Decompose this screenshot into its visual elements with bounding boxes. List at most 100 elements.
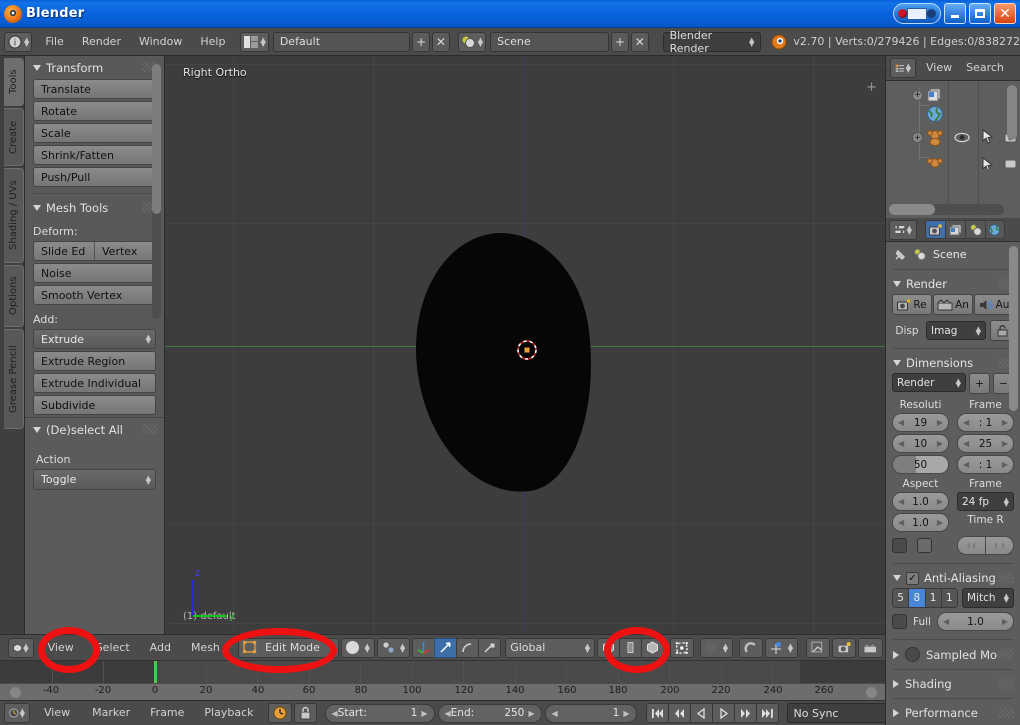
decrement-icon[interactable]: ◀ xyxy=(898,439,904,448)
outliner-row-partial[interactable] xyxy=(926,157,944,169)
mesh-object-silhouette[interactable] xyxy=(403,224,606,502)
time-remap-new-field[interactable] xyxy=(986,536,1014,555)
increment-icon[interactable]: ▶ xyxy=(528,709,534,718)
start-frame-field[interactable]: ◀ Start: 1 ▶ xyxy=(324,703,435,723)
full-sample-toggle[interactable] xyxy=(892,614,907,629)
proportional-edit-selector[interactable]: ▲ ▼ xyxy=(699,637,734,658)
timeline-menu-marker[interactable]: Marker xyxy=(82,703,140,723)
deselect-all-panel-header[interactable]: (De)select All xyxy=(25,418,164,441)
add-preset-button[interactable]: + xyxy=(969,373,990,394)
outliner-menu-view[interactable]: View xyxy=(918,58,960,78)
end-frame-field[interactable]: ◀ End: 250 ▶ xyxy=(437,703,542,723)
menu-window[interactable]: Window xyxy=(130,32,191,52)
sidebar-item-tools[interactable]: Tools xyxy=(4,58,24,106)
extrude-region-button[interactable]: Extrude Region xyxy=(33,351,156,371)
increment-icon[interactable]: ▶ xyxy=(421,709,427,718)
resolution-x-field[interactable]: ◀ 19 ▶ xyxy=(892,413,949,432)
aa-size-field[interactable]: ◀ 1.0 ▶ xyxy=(936,612,1014,631)
outliner-row-world[interactable] xyxy=(926,105,944,126)
outliner-menu-search[interactable]: Search xyxy=(960,58,1010,78)
time-remap-old-field[interactable] xyxy=(957,536,986,555)
sidebar-item-create[interactable]: Create xyxy=(4,108,24,166)
increment-icon[interactable]: ▶ xyxy=(1002,460,1008,469)
resolution-percentage-field[interactable]: 50 xyxy=(892,455,949,474)
previous-keyframe-button[interactable] xyxy=(667,703,690,723)
timeline-ruler[interactable]: -40 -20 0 20 40 60 80 100 120 140 160 18… xyxy=(0,683,885,700)
properties-scrollbar[interactable] xyxy=(1009,246,1018,411)
render-animation-button[interactable]: An xyxy=(933,294,973,315)
translate-manipulator-button[interactable] xyxy=(434,637,457,658)
add-scene-button[interactable]: + xyxy=(611,31,629,52)
slide-edge-button[interactable]: Slide Ed xyxy=(34,242,94,260)
increment-icon[interactable]: ▶ xyxy=(1002,617,1008,626)
aa-sample-8[interactable]: 8 xyxy=(909,589,926,607)
render-panel-header[interactable]: Render xyxy=(886,273,1020,294)
pivot-point-selector[interactable]: ▲ ▼ xyxy=(376,637,411,658)
timeline-track[interactable] xyxy=(0,660,885,684)
render-animation-button[interactable] xyxy=(858,637,883,658)
sync-mode-selector[interactable]: No Sync ▲▼ xyxy=(786,703,899,723)
interaction-mode-selector[interactable]: Edit Mode ▲ ▼ xyxy=(237,637,340,658)
shading-panel-header[interactable]: Shading xyxy=(886,673,1020,695)
subdivide-button[interactable]: Subdivide xyxy=(33,395,156,415)
manipulator-toggle-button[interactable] xyxy=(412,637,435,658)
decrement-icon[interactable]: ◀ xyxy=(898,418,904,427)
push-pull-button[interactable]: Push/Pull xyxy=(33,167,156,187)
sidebar-item-grease-pencil[interactable]: Grease Pencil xyxy=(4,329,24,429)
crop-toggle[interactable] xyxy=(917,538,932,553)
play-button[interactable] xyxy=(711,703,734,723)
smooth-vertex-button[interactable]: Smooth Vertex xyxy=(33,285,156,305)
decrement-icon[interactable]: ◀ xyxy=(963,418,969,427)
tab-render[interactable] xyxy=(925,220,945,239)
increment-icon[interactable]: ▶ xyxy=(937,439,943,448)
transform-panel-header[interactable]: Transform xyxy=(25,56,164,79)
scale-manipulator-button[interactable] xyxy=(478,637,502,658)
vertex-button[interactable]: Vertex xyxy=(94,242,155,260)
extrude-individual-button[interactable]: Extrude Individual xyxy=(33,373,156,393)
increment-icon[interactable]: ▶ xyxy=(937,418,943,427)
render-engine-selector[interactable]: Blender Render ▲ ▼ xyxy=(662,29,762,55)
close-button[interactable]: ✕ xyxy=(994,3,1016,24)
sidebar-item-options[interactable]: Options xyxy=(4,265,24,327)
increment-icon[interactable]: ▶ xyxy=(623,709,629,718)
restrict-select-toggle[interactable] xyxy=(982,157,994,169)
ruler-left-handle[interactable] xyxy=(10,687,21,698)
frame-end-field[interactable]: ◀ 25 ▶ xyxy=(957,434,1014,453)
scene-field[interactable]: Scene xyxy=(490,31,610,52)
dimensions-panel-header[interactable]: Dimensions xyxy=(886,352,1020,373)
properties-editor-icon-button[interactable]: ▲ ▼ xyxy=(889,219,917,240)
ruler-right-handle[interactable] xyxy=(866,687,877,698)
menu-render[interactable]: Render xyxy=(73,32,130,52)
expand-plus-icon[interactable]: + xyxy=(912,89,923,101)
aspect-y-field[interactable]: ◀ 1.0 ▶ xyxy=(892,513,949,532)
anti-alias-checkbox[interactable]: ✓ xyxy=(906,571,919,585)
play-audio-button[interactable]: Au xyxy=(974,294,1014,315)
decrement-icon[interactable]: ◀ xyxy=(963,460,969,469)
performance-panel-header[interactable]: Performance xyxy=(886,702,1020,724)
rotate-button[interactable]: Rotate xyxy=(33,101,156,121)
expand-plus-icon[interactable]: + xyxy=(912,132,923,143)
viewport-menu-select[interactable]: Select xyxy=(86,638,140,658)
transform-orientation-selector[interactable]: Global ▲ ▼ xyxy=(505,637,596,658)
increment-icon[interactable]: ▶ xyxy=(937,497,943,506)
aa-sample-11[interactable]: 1 xyxy=(925,589,942,607)
aa-sample-5[interactable]: 5 xyxy=(893,589,910,607)
delete-scene-button[interactable]: ✕ xyxy=(630,31,649,52)
editor-type-selector[interactable]: i ▲ ▼ xyxy=(4,31,33,52)
border-toggle[interactable] xyxy=(892,538,907,553)
timeline-playhead[interactable] xyxy=(154,661,157,683)
screen-layout-icon-button[interactable]: ▲ ▼ xyxy=(240,31,269,52)
maximize-button[interactable] xyxy=(969,3,991,24)
restrict-select-toggle[interactable] xyxy=(982,128,994,147)
decrement-icon[interactable]: ◀ xyxy=(943,617,949,626)
vertex-select-button[interactable] xyxy=(597,637,620,658)
3d-view-editor-icon-button[interactable]: ▲ ▼ xyxy=(8,637,34,658)
auto-keyframe-button[interactable] xyxy=(267,703,292,723)
snap-magnet-button[interactable] xyxy=(739,637,763,658)
timeline-editor-icon-button[interactable]: ▲ ▼ xyxy=(4,703,30,723)
render-image-button[interactable]: Re xyxy=(892,294,932,315)
frame-rate-selector[interactable]: 24 fp ▲ ▼ xyxy=(957,492,1014,511)
viewport-menu-view[interactable]: View xyxy=(36,638,86,658)
mesh-tools-panel-header[interactable]: Mesh Tools xyxy=(25,196,164,219)
restore-window-button[interactable] xyxy=(893,3,941,24)
